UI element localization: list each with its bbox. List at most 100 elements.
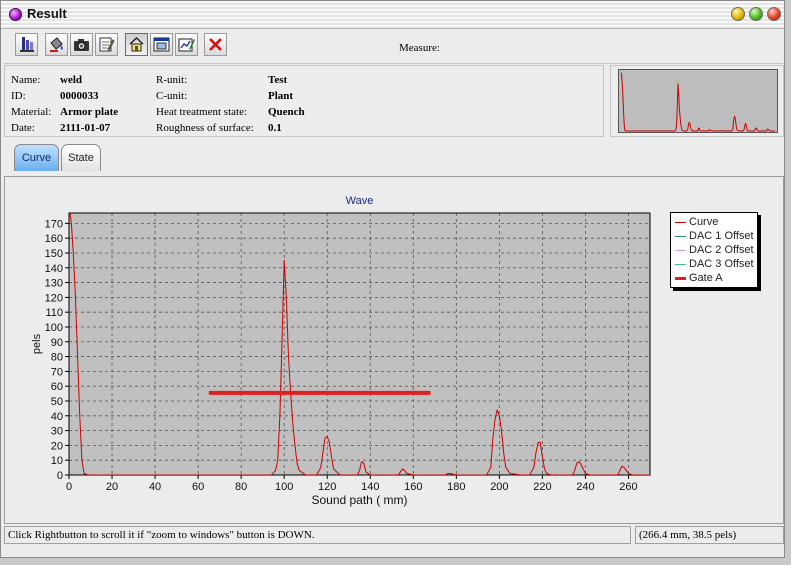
cunit-value: Plant <box>268 90 294 102</box>
paint-bucket-icon <box>50 37 63 52</box>
legend-label-dac2: DAC 2 Offset <box>689 244 754 256</box>
wave-chart[interactable]: Wave0 20 40 60 80 100 120 140 160 180 200 220 240 260… <box>5 177 783 523</box>
print-icon <box>20 37 34 52</box>
legend-item-dac3: DAC 3 Offset <box>675 258 759 271</box>
minimize-button[interactable] <box>731 7 745 21</box>
measure-label: Measure: <box>399 42 440 54</box>
y-tick-label: 100 <box>45 322 63 334</box>
tab-state[interactable]: State <box>61 144 101 171</box>
y-tick-label: 80 <box>51 352 63 364</box>
y-tick-label: 120 <box>45 292 63 304</box>
legend-swatch-gate-a <box>675 277 686 280</box>
tab-curve[interactable]: Curve <box>14 144 59 171</box>
notes-button[interactable] <box>95 33 118 56</box>
window-title: Result <box>27 6 67 21</box>
id-value: 0000033 <box>60 90 99 102</box>
heat-treatment-value: Quench <box>268 106 305 118</box>
legend-item-dac2: DAC 2 Offset <box>675 244 759 257</box>
legend-label-dac3: DAC 3 Offset <box>689 258 754 270</box>
id-label: ID: <box>11 90 26 102</box>
roughness-value: 0.1 <box>268 122 282 134</box>
close-window-button[interactable] <box>767 7 781 21</box>
delete-button[interactable] <box>204 33 227 56</box>
legend-label-curve: Curve <box>689 216 719 228</box>
y-tick-label: 150 <box>45 248 63 260</box>
y-axis-label: pels <box>31 333 43 354</box>
y-tick-label: 110 <box>45 307 63 319</box>
roughness-label: Roughness of surface: <box>156 122 254 134</box>
legend-label-dac1: DAC 1 Offset <box>689 230 754 242</box>
runit-value: Test <box>268 74 288 86</box>
close-x-icon <box>209 38 222 51</box>
chart-legend: Curve DAC 1 Offset DAC 2 Offset DAC 3 Of… <box>670 212 758 288</box>
x-tick-label: 120 <box>318 481 336 493</box>
toolbar: Measure: <box>4 30 783 64</box>
y-tick-label: 90 <box>51 337 63 349</box>
plot-area <box>68 212 651 476</box>
runit-label: R-unit: <box>156 74 188 86</box>
status-coordinates: (266.4 mm, 38.5 pels) <box>635 526 784 544</box>
app-icon <box>9 8 22 21</box>
edit-chart-icon <box>178 38 195 52</box>
date-label: Date: <box>11 122 35 134</box>
edit-chart-button[interactable] <box>175 33 198 56</box>
snapshot-button[interactable] <box>70 33 93 56</box>
legend-swatch-dac1 <box>675 236 686 237</box>
info-panel: Name: weld ID: 0000033 Material: Armor p… <box>4 65 604 137</box>
notepad-icon <box>99 37 115 52</box>
y-tick-label: 0 <box>57 470 63 482</box>
x-tick-label: 200 <box>490 481 508 493</box>
cunit-label: C-unit: <box>156 90 188 102</box>
zoom-to-window-icon <box>153 37 170 52</box>
title-bar[interactable]: Result <box>1 1 784 29</box>
x-tick-label: 0 <box>66 481 72 493</box>
overview-panel <box>610 65 784 137</box>
curve-panel: Wave 0 20 40 60 80 100 120 140 160 180 200 220 240 260… <box>4 176 784 524</box>
name-value: weld <box>60 74 82 86</box>
material-label: Material: <box>11 106 52 118</box>
result-window: Result Measure: Name: weld ID: 0000033 M… <box>0 0 785 558</box>
overview-thumbnail[interactable] <box>618 69 778 133</box>
legend-swatch-dac2 <box>675 250 686 251</box>
chart-title: Wave <box>346 195 374 207</box>
overview-curve-line <box>620 72 775 132</box>
x-tick-label: 160 <box>404 481 422 493</box>
name-label: Name: <box>11 74 41 86</box>
heat-treatment-label: Heat treatment state: <box>156 106 248 118</box>
legend-item-dac1: DAC 1 Offset <box>675 230 759 243</box>
camera-icon <box>74 39 89 51</box>
y-tick-label: 20 <box>51 440 63 452</box>
x-tick-label: 100 <box>275 481 293 493</box>
color-button[interactable] <box>45 33 68 56</box>
x-tick-label: 220 <box>533 481 551 493</box>
x-tick-label: 240 <box>576 481 594 493</box>
home-icon <box>129 36 144 52</box>
zoom-to-window-button[interactable] <box>150 33 173 56</box>
y-tick-label: 170 <box>45 218 63 230</box>
y-tick-label: 30 <box>51 426 63 438</box>
y-tick-label: 160 <box>45 233 63 245</box>
home-button[interactable] <box>125 33 148 56</box>
y-tick-label: 10 <box>51 455 63 467</box>
x-axis-label: Sound path ( mm) <box>311 493 407 507</box>
x-tick-label: 20 <box>106 481 118 493</box>
x-tick-label: 180 <box>447 481 465 493</box>
legend-swatch-dac3 <box>675 264 686 265</box>
legend-item-curve: Curve <box>675 216 759 229</box>
overview-wave <box>620 72 775 132</box>
legend-swatch-curve <box>675 222 686 223</box>
status-hint: Click Rightbutton to scroll it if "zoom … <box>4 526 631 544</box>
y-tick-label: 140 <box>45 263 63 275</box>
legend-label-gate-a: Gate A <box>689 272 723 284</box>
print-button[interactable] <box>15 33 38 56</box>
date-value: 2111-01-07 <box>60 122 111 134</box>
legend-item-gate-a: Gate A <box>675 272 759 285</box>
x-tick-label: 140 <box>361 481 379 493</box>
y-tick-label: 50 <box>51 396 63 408</box>
x-tick-label: 260 <box>619 481 637 493</box>
y-tick-label: 130 <box>45 278 63 290</box>
x-tick-label: 60 <box>192 481 204 493</box>
x-tick-label: 80 <box>235 481 247 493</box>
material-value: Armor plate <box>60 106 119 118</box>
maximize-button[interactable] <box>749 7 763 21</box>
